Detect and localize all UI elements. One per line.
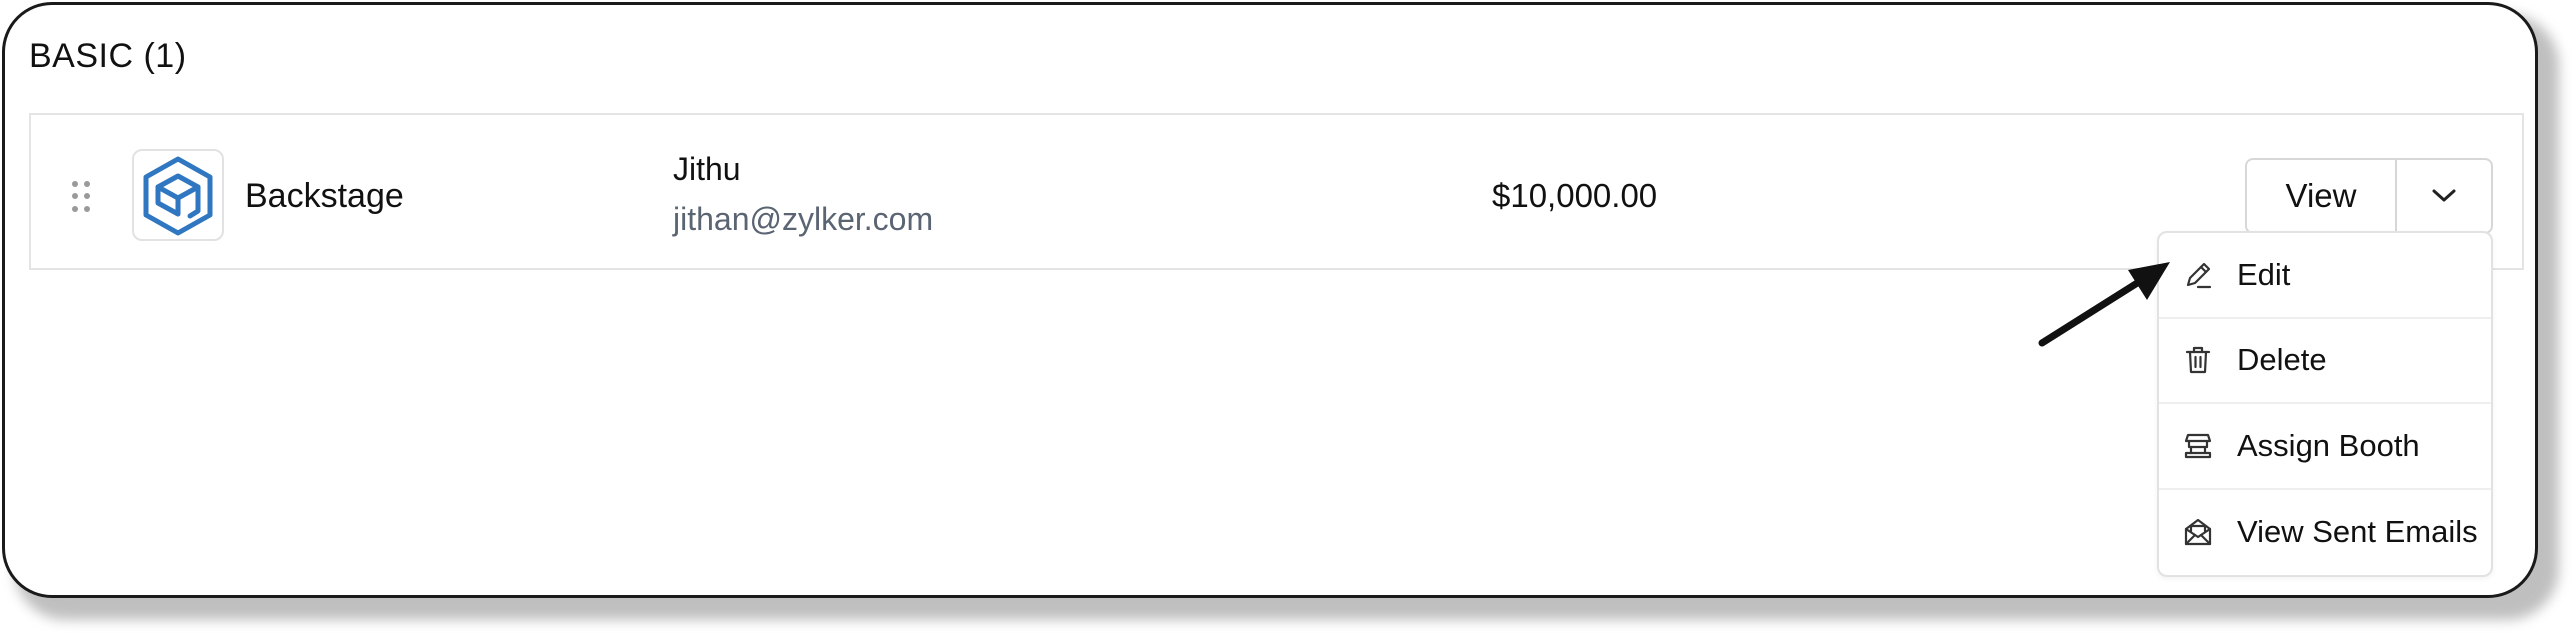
sponsor-logo [132, 149, 224, 241]
menu-item-label: Delete [2237, 342, 2327, 378]
pencil-icon [2183, 260, 2213, 290]
drag-handle-icon[interactable] [72, 181, 90, 213]
menu-item-assign-booth[interactable]: Assign Booth [2159, 404, 2491, 490]
booth-icon [2183, 431, 2213, 461]
section-title: BASIC (1) [29, 37, 187, 75]
menu-item-label: Edit [2237, 256, 2291, 292]
more-actions-button[interactable] [2397, 160, 2491, 232]
menu-item-label: View Sent Emails [2237, 514, 2478, 550]
mail-open-icon [2183, 517, 2213, 547]
actions-dropdown-menu: Edit Delete Assign Booth View Sent Email… [2157, 231, 2493, 577]
view-button[interactable]: View [2247, 160, 2397, 232]
chevron-down-icon [2432, 189, 2456, 202]
menu-item-delete[interactable]: Delete [2159, 319, 2491, 404]
menu-item-view-sent-emails[interactable]: View Sent Emails [2159, 490, 2491, 576]
trash-icon [2183, 345, 2213, 375]
sponsor-row[interactable]: Backstage Jithu jithan@zylker.com $10,00… [29, 113, 2524, 270]
backstage-logo-icon [143, 156, 213, 236]
contact-name: Jithu [673, 151, 741, 187]
pointer-arrow-icon [2038, 262, 2170, 347]
menu-item-edit[interactable]: Edit [2159, 233, 2491, 319]
sponsorship-amount: $10,000.00 [1492, 177, 1658, 214]
menu-item-label: Assign Booth [2237, 427, 2420, 463]
contact-email: jithan@zylker.com [673, 201, 934, 237]
row-actions: View [2245, 158, 2493, 234]
sponsor-name: Backstage [245, 177, 404, 215]
